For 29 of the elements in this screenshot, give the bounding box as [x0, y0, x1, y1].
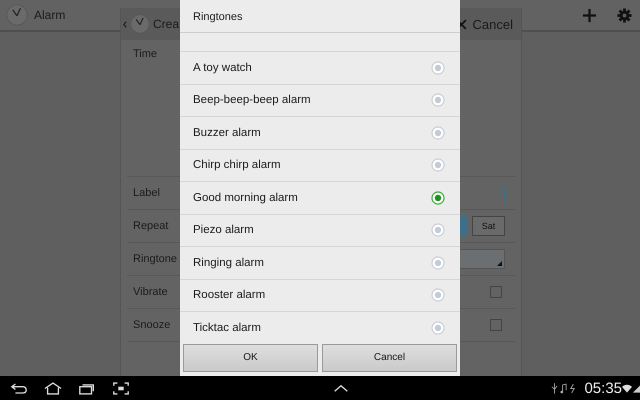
clock-time: 05:35 [584, 380, 622, 396]
row-label: Vibrate [133, 286, 168, 298]
ringtone-item[interactable]: Rooster alarm [180, 278, 460, 311]
ringtone-item[interactable]: Buzzer alarm [180, 116, 460, 148]
ringtone-name: A toy watch [193, 62, 252, 74]
ringtone-item[interactable]: Beep-beep-beep alarm [180, 84, 460, 116]
dialog-title: Ringtones [180, 0, 460, 33]
ringtone-item[interactable]: A toy watch [180, 51, 460, 84]
row-label: Time [133, 48, 158, 60]
ringtone-name: Buzzer alarm [193, 126, 261, 139]
ringtone-name: Beep-beep-beep alarm [193, 94, 311, 106]
dialog-button[interactable]: OK [183, 344, 318, 372]
ringtone-name: Chirp chirp alarm [193, 159, 281, 172]
ringtone-name: Rooster alarm [193, 289, 266, 302]
panel-title: Crea [153, 17, 180, 31]
ringtone-name: Ticktac alarm [193, 322, 261, 334]
ringtone-item[interactable]: Piezo alarm [180, 214, 460, 246]
ringtone-item[interactable]: Good morning alarm [180, 181, 460, 214]
app-title: Alarm [34, 8, 66, 22]
ringtone-item[interactable]: Ringing alarm [180, 246, 460, 278]
row-label: Snooze [133, 319, 170, 331]
ringtone-name: Good morning alarm [193, 192, 298, 204]
dialog-button[interactable]: Cancel [322, 344, 457, 372]
ringtone-item[interactable]: Chirp chirp alarm [180, 148, 460, 181]
row-label: Ringtone [133, 253, 178, 265]
ringtone-name: Piezo alarm [193, 224, 254, 236]
row-label: Label [133, 187, 160, 199]
ringtone-name: Ringing alarm [193, 256, 264, 269]
row-label: Repeat [133, 220, 168, 232]
